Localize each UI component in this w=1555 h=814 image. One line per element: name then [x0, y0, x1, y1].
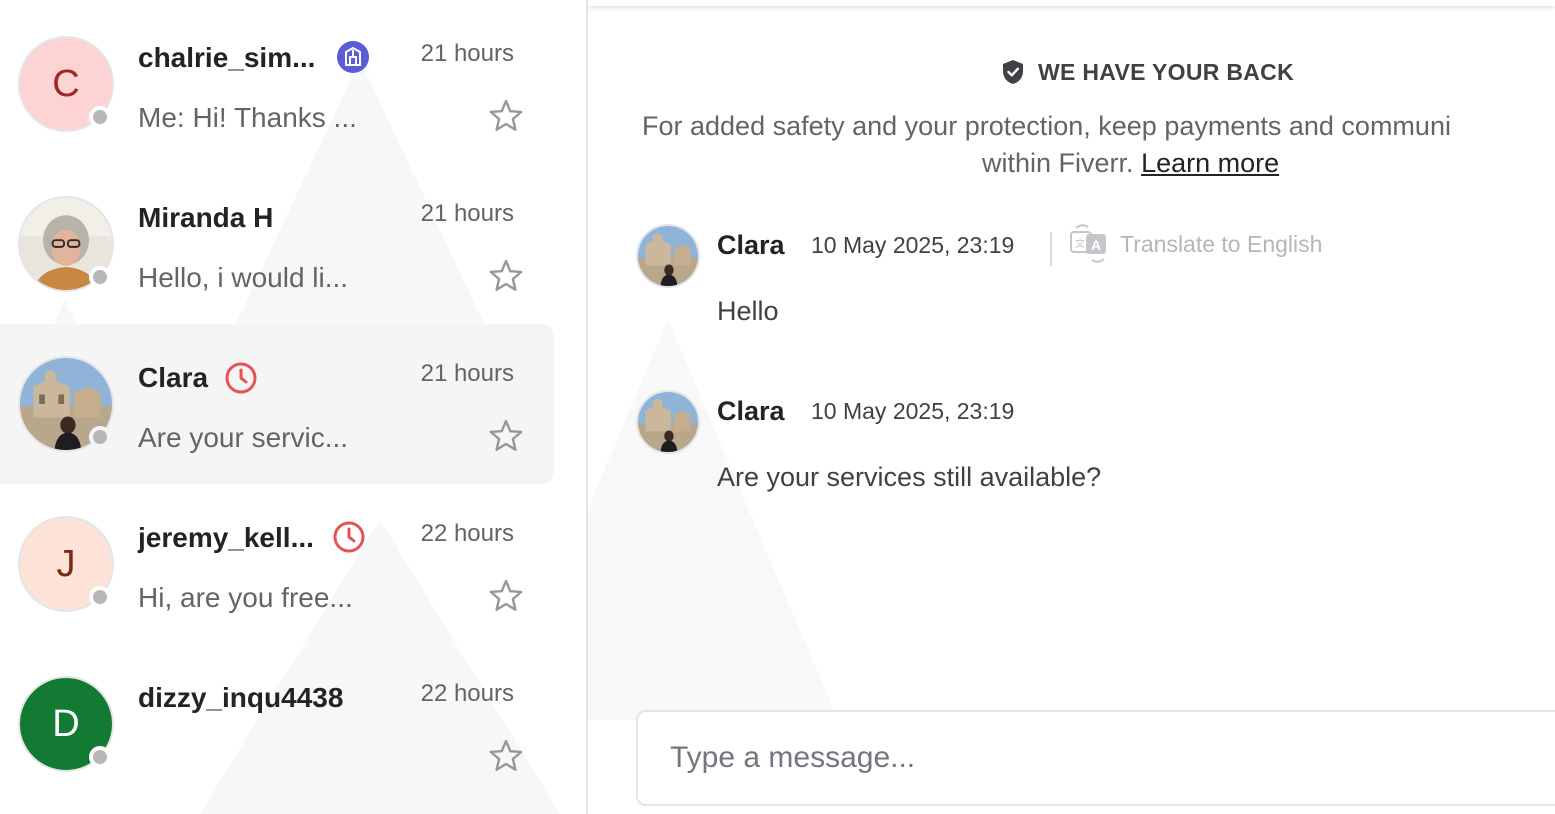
message-preview: Hello, i would li...	[138, 262, 349, 293]
conversation-item[interactable]: D dizzy_inqu4438 22 hours	[0, 640, 554, 800]
conversation-time: 21 hours	[420, 200, 514, 227]
avatar: C	[18, 36, 114, 132]
message-timestamp: 10 May 2025, 23:19	[811, 232, 1015, 258]
chat-header	[588, 0, 1555, 6]
learn-more-link[interactable]: Learn more	[1141, 148, 1279, 178]
message-composer	[636, 710, 1555, 806]
conversation-list: C chalrie_sim... 21 hours Me: Hi! Thanks…	[0, 0, 586, 814]
presence-indicator	[89, 426, 111, 448]
presence-indicator	[89, 106, 111, 128]
svg-text:A: A	[1091, 237, 1101, 253]
avatar: D	[18, 676, 114, 772]
message-text: Hello	[717, 296, 779, 326]
star-icon[interactable]	[488, 258, 524, 294]
shield-icon	[1003, 60, 1023, 84]
clock-icon	[333, 521, 365, 553]
avatar	[18, 356, 114, 452]
star-icon[interactable]	[488, 98, 524, 134]
message-preview: Are your servic...	[138, 422, 349, 453]
message-input[interactable]	[670, 712, 1550, 804]
contact-name: Miranda H	[138, 202, 274, 233]
message-timestamp: 10 May 2025, 23:19	[811, 398, 1015, 424]
business-badge-icon	[337, 41, 369, 73]
contact-name: jeremy_kell...	[138, 522, 314, 553]
user-photo	[636, 224, 700, 288]
chat-panel: WE HAVE YOUR BACK For added safety and y…	[588, 0, 1555, 814]
clock-icon	[225, 362, 257, 394]
contact-name: Clara	[138, 362, 209, 393]
presence-indicator	[89, 746, 111, 768]
contact-name: dizzy_inqu4438	[138, 682, 344, 713]
star-icon[interactable]	[488, 738, 524, 774]
safety-notice-text-2: within Fiverr. Learn more	[982, 148, 1279, 179]
safety-notice-title: WE HAVE YOUR BACK	[1000, 58, 1294, 86]
presence-indicator	[89, 586, 111, 608]
conversation-item-active[interactable]: Clara 21 hours Are your servic...	[0, 324, 554, 484]
safety-notice-text-tail: within Fiverr.	[982, 148, 1134, 178]
conversation-item[interactable]: Miranda H 21 hours Hello, i would li...	[0, 160, 554, 320]
contact-name: chalrie_sim...	[138, 42, 316, 73]
presence-indicator	[89, 266, 111, 288]
star-icon[interactable]	[488, 418, 524, 454]
avatar	[18, 196, 114, 292]
conversation-time: 22 hours	[420, 520, 514, 547]
message-text: Are your services still available?	[717, 462, 1102, 492]
message-preview: Hi, are you free...	[138, 582, 353, 613]
sender-name: Clara	[717, 230, 785, 260]
translate-label: Translate to English	[1120, 230, 1323, 257]
conversation-time: 21 hours	[420, 360, 514, 387]
conversation-time: 22 hours	[420, 680, 514, 707]
conversation-time: 21 hours	[420, 40, 514, 67]
translate-icon: A 文	[1070, 224, 1106, 263]
star-icon[interactable]	[488, 578, 524, 614]
safety-title-text: WE HAVE YOUR BACK	[1038, 58, 1294, 85]
conversation-item[interactable]: J jeremy_kell... 22 hours Hi, are you fr…	[0, 480, 554, 640]
translate-button[interactable]: A 文 Translate to English	[1068, 222, 1322, 266]
message-preview: Me: Hi! Thanks ...	[138, 102, 357, 133]
avatar: J	[18, 516, 114, 612]
user-photo	[636, 390, 700, 454]
safety-notice-text: For added safety and your protection, ke…	[642, 111, 1451, 141]
divider	[1050, 232, 1052, 266]
sender-name: Clara	[717, 396, 785, 426]
conversation-item[interactable]: C chalrie_sim... 21 hours Me: Hi! Thanks…	[0, 0, 554, 160]
svg-text:文: 文	[1075, 237, 1085, 250]
